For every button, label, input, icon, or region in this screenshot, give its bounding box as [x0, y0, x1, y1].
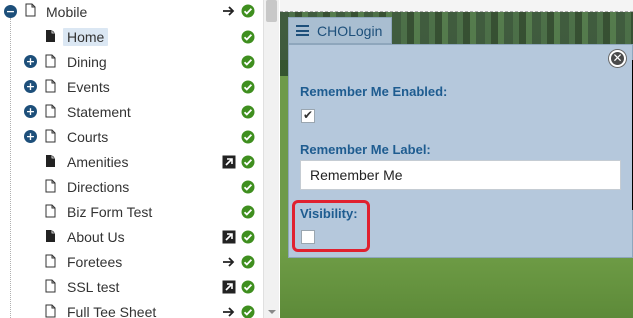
tree-item-statement[interactable]: + Statement: [0, 100, 263, 125]
page-outline-icon: [45, 204, 56, 218]
remember-me-label-input[interactable]: [300, 160, 621, 190]
tree-item-label: Dining: [67, 54, 107, 70]
page-outline-icon: [45, 129, 56, 143]
page-icon: [46, 30, 55, 42]
published-check-icon[interactable]: [241, 55, 255, 69]
hamburger-menu-icon[interactable]: [296, 25, 309, 36]
page-outline-icon: [45, 179, 56, 193]
tree-item-dining[interactable]: + Dining: [0, 50, 263, 75]
background-grass: [280, 250, 633, 318]
page-outline-icon: [45, 79, 56, 93]
expand-icon[interactable]: +: [24, 55, 37, 68]
page-outline-icon: [45, 54, 56, 68]
page-outline-icon: [45, 254, 56, 268]
tree-item-directions[interactable]: Directions: [0, 175, 263, 200]
redirect-arrow-icon: [223, 6, 235, 16]
tree-item-label: Events: [67, 79, 110, 95]
module-settings-panel: ✕ Remember Me Enabled: ✔ Remember Me Lab…: [288, 44, 633, 258]
tree-item-label: Foretees: [67, 254, 123, 270]
tree-item-foretees[interactable]: Foretees: [0, 250, 263, 275]
tree-root-mobile[interactable]: − Mobile: [0, 0, 263, 25]
page-outline-icon: [45, 304, 56, 318]
published-check-icon[interactable]: [241, 130, 255, 144]
published-check-icon[interactable]: [241, 255, 255, 269]
published-check-icon[interactable]: [241, 105, 255, 119]
published-check-icon[interactable]: [241, 305, 255, 318]
published-check-icon[interactable]: [241, 4, 255, 18]
module-title: CHOLogin: [317, 22, 383, 39]
page-tree: − Mobile Home + Dining + Events + Statement + Co…: [0, 0, 263, 318]
scroll-thumb[interactable]: [266, 0, 277, 22]
published-check-icon[interactable]: [241, 180, 255, 194]
published-check-icon[interactable]: [241, 230, 255, 244]
page-icon: [46, 230, 55, 242]
remember-me-enabled-label: Remember Me Enabled:: [300, 84, 448, 99]
external-link-icon: [222, 155, 236, 169]
tree-item-label: SSL test: [67, 279, 120, 295]
tree-item-biz-form-test[interactable]: Biz Form Test: [0, 200, 263, 225]
remember-me-enabled-checkbox[interactable]: ✔: [301, 108, 315, 123]
tree-item-full-tee-sheet[interactable]: Full Tee Sheet: [0, 300, 263, 318]
tree-item-label: Directions: [67, 179, 130, 195]
expand-icon[interactable]: +: [24, 105, 37, 118]
tree-item-label: Biz Form Test: [67, 204, 153, 220]
expand-icon[interactable]: +: [24, 130, 37, 143]
external-link-icon: [222, 280, 236, 294]
published-check-icon[interactable]: [241, 205, 255, 219]
tree-item-label: Mobile: [46, 4, 88, 20]
tree-item-label: About Us: [67, 229, 125, 245]
annotation-highlight: [292, 200, 370, 252]
tree-item-label: Amenities: [67, 154, 129, 170]
module-action-tab[interactable]: CHOLogin: [288, 17, 392, 44]
page-outline-icon: [45, 104, 56, 118]
expand-icon[interactable]: +: [24, 80, 37, 93]
published-check-icon[interactable]: [241, 30, 255, 44]
tree-item-about-us[interactable]: About Us: [0, 225, 263, 250]
checkmark-icon: ✔: [303, 108, 314, 122]
tree-item-label: Statement: [67, 104, 131, 120]
tree-item-label: Full Tee Sheet: [67, 304, 157, 318]
tree-item-events[interactable]: + Events: [0, 75, 263, 100]
pane-top-border: [280, 0, 633, 12]
external-link-icon: [222, 230, 236, 244]
redirect-arrow-icon: [223, 307, 235, 317]
published-check-icon[interactable]: [241, 155, 255, 169]
page-preview: CHOLogin ✕ Remember Me Enabled: ✔ Rememb…: [280, 0, 633, 318]
published-check-icon[interactable]: [241, 80, 255, 94]
remember-me-label-label: Remember Me Label:: [300, 142, 431, 157]
scroll-down-icon[interactable]: [268, 310, 276, 314]
tree-item-courts[interactable]: + Courts: [0, 125, 263, 150]
page-icon: [46, 155, 55, 167]
tree-item-ssl-test[interactable]: SSL test: [0, 275, 263, 300]
page-outline-icon: [25, 3, 36, 17]
tree-item-home[interactable]: Home: [0, 25, 263, 50]
tree-item-amenities[interactable]: Amenities: [0, 150, 263, 175]
tree-item-label: Courts: [67, 129, 109, 145]
tree-scrollbar[interactable]: [263, 0, 279, 318]
page-outline-icon: [45, 279, 56, 293]
collapse-icon[interactable]: −: [4, 5, 17, 18]
published-check-icon[interactable]: [241, 280, 255, 294]
tree-item-label: Home: [63, 28, 109, 46]
redirect-arrow-icon: [223, 257, 235, 267]
close-icon[interactable]: ✕: [609, 50, 626, 67]
